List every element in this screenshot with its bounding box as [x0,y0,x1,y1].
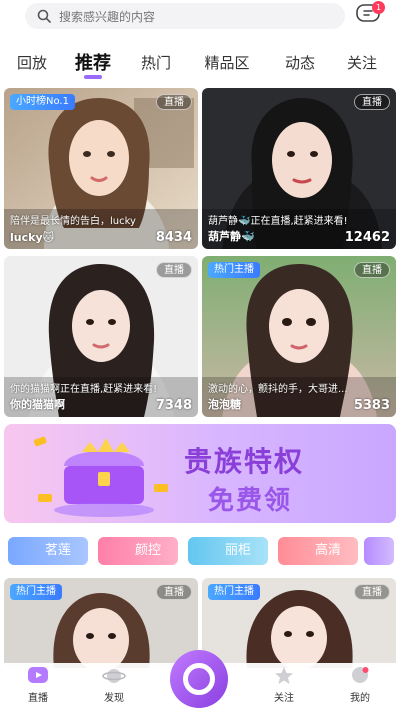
hot-streamer-tag: 热门主播 [208,584,260,600]
live-card[interactable]: 小时榜No.1 直播 陪伴是最长情的告白，lucky lucky🐱 8434 [4,88,198,249]
top-bar: 搜索感兴趣的内容 1 [0,0,400,36]
promo-banner[interactable]: 贵族特权 免费领 [4,424,396,523]
nav-label: 发现 [104,693,124,704]
viewer-count: 12462 [344,230,390,245]
card-description: 葫芦静🐳正在直播,赶紧进来看! [208,216,348,227]
tab-recommended[interactable]: 推荐 [75,49,111,75]
streamer-name: 葫芦静🐳 [208,230,255,243]
go-live-button[interactable] [170,650,228,708]
live-card[interactable]: 直播 你的猫猫啊正在直播,赶紧进来看! 你的猫猫啊 7348 [4,256,198,417]
live-badge: 直播 [354,584,390,600]
search-placeholder: 搜索感兴趣的内容 [59,10,156,24]
nav-label: 关注 [274,693,294,704]
streamer-name: lucky🐱 [10,231,55,244]
chip-label: 茗莲 [44,543,71,558]
message-count-badge: 1 [372,1,385,14]
live-card[interactable]: 热门主播 直播 [202,578,396,668]
chip-more[interactable] [364,537,394,565]
nav-label: 我的 [350,693,370,704]
viewer-count: 8434 [155,230,192,245]
live-badge: 直播 [156,94,192,110]
planet-icon [102,669,126,683]
chip-hd[interactable]: 高清 [278,537,358,565]
chip-face[interactable]: 颜控 [98,537,178,565]
tab-replay[interactable]: 回放 [17,52,47,73]
category-tabs: 回放 推荐 热门 精品区 动态 关注 [0,44,400,80]
hot-streamer-tag: 热门主播 [208,262,260,278]
tab-premium[interactable]: 精品区 [204,52,249,73]
search-icon [37,9,51,23]
live-badge: 直播 [354,94,390,110]
active-tab-indicator [84,75,102,79]
streamer-name: 你的猫猫啊 [10,398,65,411]
live-badge: 直播 [354,262,390,278]
treasure-chest-icon [33,436,168,517]
chip-cabinet[interactable]: 丽柜 [188,537,268,565]
tab-feed[interactable]: 动态 [285,52,315,73]
viewer-count: 5383 [353,398,390,413]
chip-label: 高清 [314,543,341,558]
live-badge: 直播 [156,262,192,278]
tab-following[interactable]: 关注 [347,52,377,73]
banner-title: 贵族特权 [184,445,305,478]
streamer-name: 泡泡糖 [208,398,241,411]
viewer-count: 7348 [155,398,192,413]
messages-button[interactable]: 1 [356,1,385,26]
card-description: 激动的心，颤抖的手，大哥进... [208,384,348,395]
live-card[interactable]: 热门主播 直播 [4,578,198,668]
chip-ming-lian[interactable]: 茗莲 [8,537,88,565]
nav-label: 直播 [28,693,48,704]
rank-tag: 小时榜No.1 [10,94,75,110]
tab-hot[interactable]: 热门 [141,52,171,73]
card-description: 你的猫猫啊正在直播,赶紧进来看! [10,384,158,395]
live-play-icon [28,667,48,683]
live-card[interactable]: 热门主播 直播 激动的心，颤抖的手，大哥进... 泡泡糖 5383 [202,256,396,417]
live-badge: 直播 [156,584,192,600]
star-icon [275,667,293,684]
chip-label: 丽柜 [224,543,251,558]
banner-subtitle: 免费领 [208,486,293,516]
live-card[interactable]: 直播 葫芦静🐳正在直播,赶紧进来看! 葫芦静🐳 12462 [202,88,396,249]
search-bar[interactable]: 搜索感兴趣的内容 [25,3,345,29]
carousel-indicator [172,515,240,523]
card-description: 陪伴是最长情的告白，lucky [10,216,136,227]
chip-label: 颜控 [134,543,161,558]
hot-streamer-tag: 热门主播 [10,584,62,600]
go-live-icon [183,663,215,695]
profile-icon [352,667,369,683]
